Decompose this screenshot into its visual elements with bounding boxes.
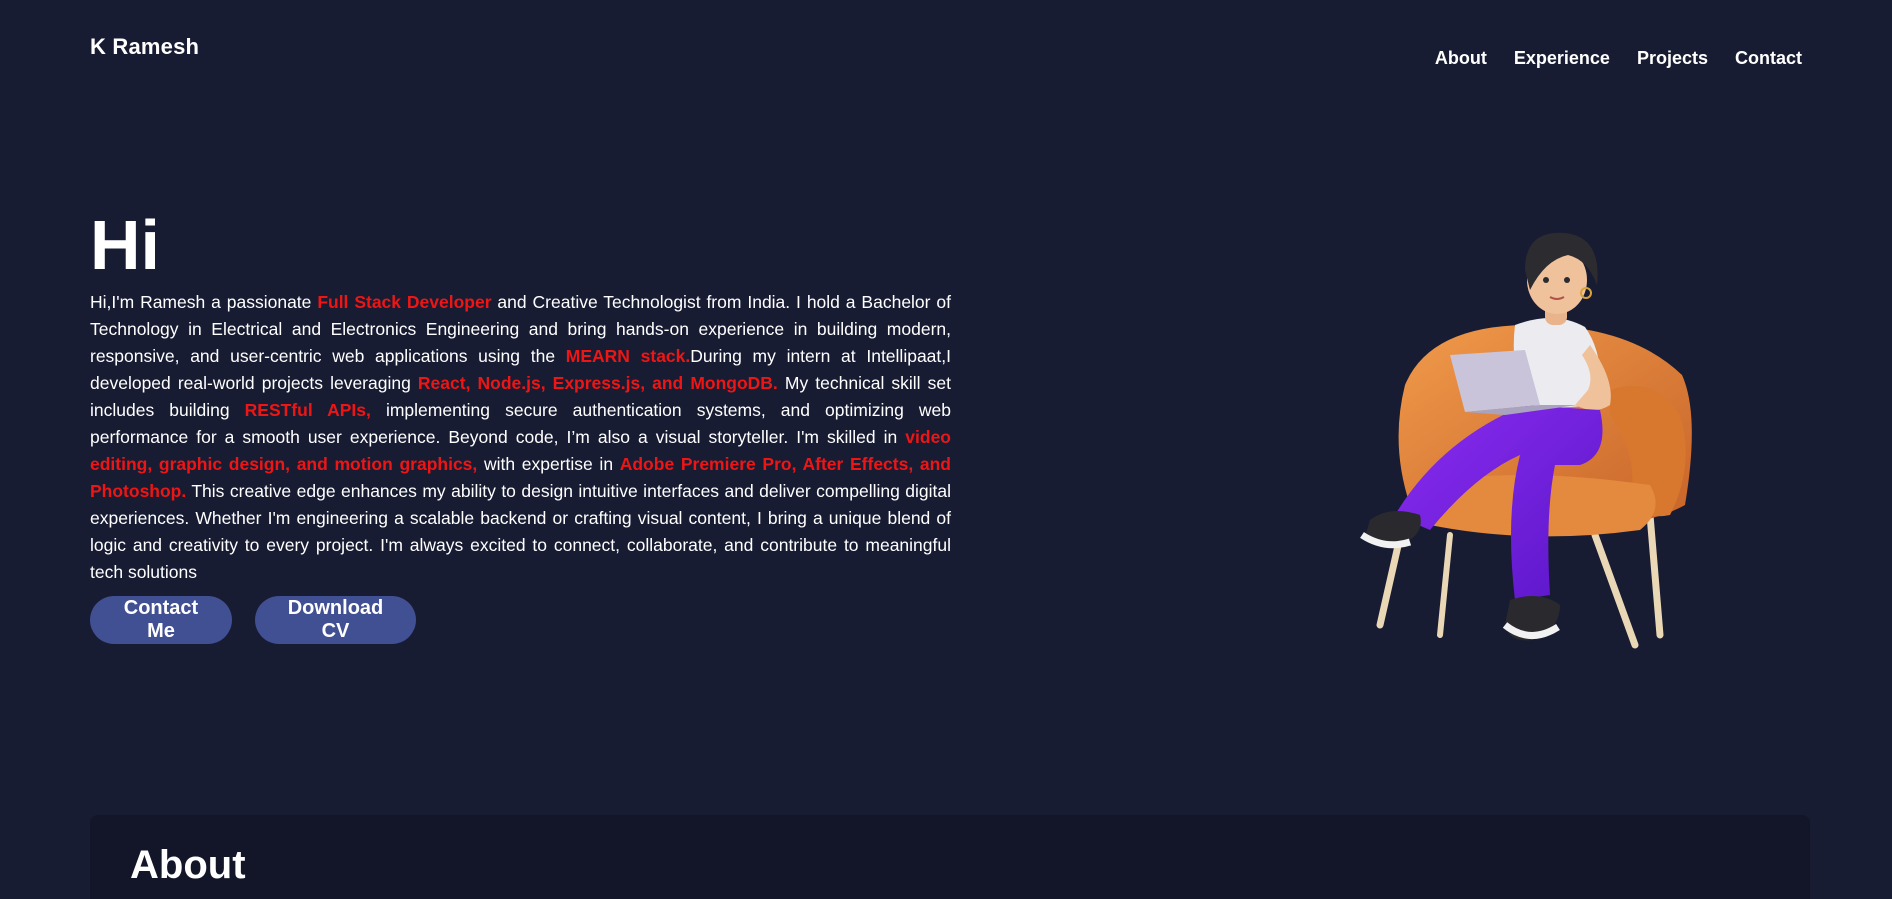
contact-me-button[interactable]: Contact Me [90, 596, 232, 644]
eye [1543, 277, 1549, 283]
laptop-screen [1450, 350, 1540, 412]
woman-with-laptop-illustration [1360, 232, 1692, 649]
hero-intro-text: Hi,I'm Ramesh a passionate Full Stack De… [90, 289, 951, 586]
intro-segment: Hi,I'm Ramesh a passionate [90, 292, 318, 312]
intro-highlight-stack: MEARN stack. [565, 346, 691, 366]
chair-leg [1591, 531, 1639, 649]
eye [1564, 277, 1570, 283]
hero-title: Hi [90, 206, 160, 284]
intro-segment: with expertise in [477, 454, 620, 474]
main-nav: About Experience Projects Contact [1435, 48, 1802, 69]
intro-highlight-apis: RESTful APIs, [244, 400, 371, 420]
brand-name[interactable]: K Ramesh [90, 34, 199, 60]
nav-link-contact[interactable]: Contact [1735, 48, 1802, 69]
nav-link-experience[interactable]: Experience [1514, 48, 1610, 69]
intro-highlight-role: Full Stack Developer [317, 292, 492, 312]
chair-leg [1646, 511, 1664, 639]
portfolio-page: K Ramesh About Experience Projects Conta… [0, 0, 1892, 899]
nav-link-about[interactable]: About [1435, 48, 1487, 69]
intro-highlight-technologies: React, Node.js, Express.js, and MongoDB. [417, 373, 778, 393]
about-section: About [90, 815, 1810, 899]
intro-segment: This creative edge enhances my ability t… [90, 481, 951, 582]
about-heading: About [130, 843, 246, 887]
chair-leg [1437, 532, 1453, 638]
nav-link-projects[interactable]: Projects [1637, 48, 1708, 69]
download-cv-button[interactable]: Download CV [255, 596, 416, 644]
